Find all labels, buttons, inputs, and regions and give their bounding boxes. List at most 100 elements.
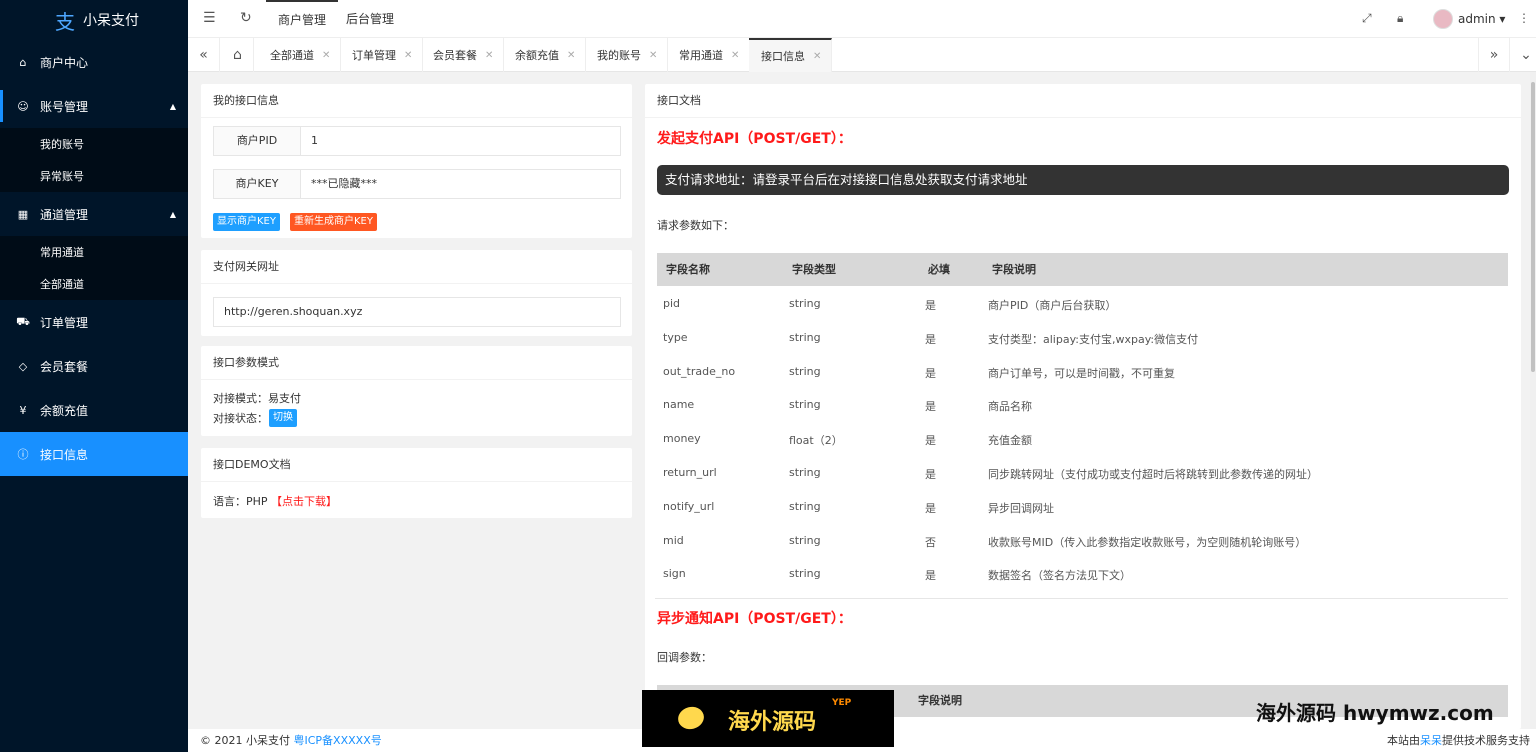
gateway-url-field[interactable]: http://geren.shoquan.xyz [213, 297, 621, 327]
caret-up-icon: ▲ [169, 209, 176, 219]
param-required: 是 [925, 400, 936, 414]
sidebar-item-abnormal-account[interactable]: 异常账号 [0, 160, 188, 192]
support-prefix: 本站由 [1387, 734, 1420, 747]
sidebar-item-label: 余额充值 [40, 403, 89, 418]
param-required: 是 [925, 501, 936, 515]
logo-mark: 支 [55, 9, 75, 34]
sidebar-item-label: 会员套餐 [40, 359, 89, 374]
tab-orders[interactable]: 订单管理 ✕ [340, 38, 424, 72]
copyright-text: © 2021 小呆支付 [200, 734, 290, 747]
mode-panel: 接口参数模式 对接模式：易支付 对接状态： 切换 [201, 346, 632, 436]
close-icon[interactable]: ✕ [813, 51, 821, 62]
panel-title: 接口文档 [645, 84, 1521, 118]
sidebar-item-common-channels[interactable]: 常用通道 [0, 236, 188, 268]
param-description: 异步回调网址 [988, 501, 1054, 515]
param-description: 商户订单号，可以是时间戳，不可重复 [988, 366, 1175, 380]
avatar[interactable] [1433, 9, 1453, 29]
tab-recharge[interactable]: 余额充值 ✕ [503, 38, 587, 72]
param-type: string [789, 567, 821, 581]
close-icon[interactable]: ✕ [731, 50, 739, 61]
username[interactable]: admin ▾ [1458, 12, 1505, 26]
home-tab-icon[interactable]: ⌂ [222, 38, 254, 72]
apps-icon: ▦ [17, 207, 29, 221]
top-header: ☰ ↻ 商户管理 后台管理 ⤢ 🔒︎ admin ▾ ⋮ [188, 0, 1536, 38]
support-suffix: 提供技术服务支持 [1442, 734, 1530, 747]
param-name: money [663, 432, 701, 446]
regenerate-key-button[interactable]: 重新生成商户KEY [290, 213, 377, 231]
sidebar-item-label: 账号管理 [40, 99, 89, 114]
refresh-icon[interactable]: ↻ [240, 10, 252, 26]
param-required: 是 [925, 434, 936, 448]
menu-admin[interactable]: 后台管理 [334, 0, 406, 38]
pay-api-title: 发起支付API（POST/GET）： [657, 131, 852, 147]
param-type: string [789, 364, 821, 378]
tabs-scroll-left-icon[interactable]: « [188, 38, 220, 72]
panel-title: 支付网关网址 [201, 250, 632, 284]
sidebar-item-orders[interactable]: ⛟ 订单管理 [0, 300, 188, 344]
fullscreen-icon[interactable]: ⤢ [1362, 11, 1372, 26]
sidebar-item-recharge[interactable]: ¥ 余额充值 [0, 388, 188, 432]
param-type: string [789, 398, 821, 412]
scrollbar-thumb[interactable] [1531, 82, 1535, 372]
sun-logo-icon [675, 704, 707, 732]
tabs-dropdown-icon[interactable]: ⌄ [1510, 38, 1536, 72]
request-url-note: 支付请求地址：请登录平台后在对接接口信息处获取支付请求地址 [657, 165, 1509, 195]
sidebar-item-account-management[interactable]: ☺ 账号管理 ▲ [0, 84, 188, 128]
app-logo[interactable]: 支 小呆支付 [0, 0, 188, 40]
close-icon[interactable]: ✕ [649, 50, 657, 61]
icp-link[interactable]: 粤ICP备XXXXX号 [294, 734, 382, 747]
sidebar-item-channel-management[interactable]: ▦ 通道管理 ▲ [0, 192, 188, 236]
param-name: return_url [663, 466, 717, 479]
collapse-menu-icon[interactable]: ☰ [203, 10, 216, 26]
close-icon[interactable]: ✕ [485, 50, 493, 61]
key-label: 商户KEY [213, 169, 301, 199]
close-icon[interactable]: ✕ [404, 50, 412, 61]
tab-all-channels[interactable]: 全部通道 ✕ [258, 38, 342, 72]
param-description: 数据签名（签名方法见下文） [988, 569, 1131, 583]
tab-label: 我的账号 [597, 49, 641, 62]
param-description: 充值金额 [988, 434, 1032, 448]
gateway-row: http://geren.shoquan.xyz [213, 297, 621, 327]
panel-title: 接口DEMO文档 [201, 448, 632, 482]
support-link[interactable]: 呆呆 [1420, 734, 1442, 747]
watermark-text: 海外源码 hwymwz.com [1256, 701, 1494, 725]
param-description: 商户PID（商户后台获取） [988, 299, 1117, 312]
panel-title: 接口参数模式 [201, 346, 632, 380]
mode-line: 对接模式：易支付 [213, 392, 301, 405]
col-field-type: 字段类型 [792, 263, 836, 276]
tab-membership[interactable]: 会员套餐 ✕ [421, 38, 505, 72]
tab-api-info[interactable]: 接口信息 ✕ [749, 38, 833, 72]
param-type: string [789, 466, 821, 479]
pid-label: 商户PID [213, 126, 301, 156]
sidebar-item-my-account[interactable]: 我的账号 [0, 128, 188, 160]
tab-my-account[interactable]: 我的账号 ✕ [585, 38, 669, 72]
tab-common-channels[interactable]: 常用通道 ✕ [667, 38, 751, 72]
param-description: 商品名称 [988, 400, 1032, 414]
sidebar-item-api-info[interactable]: ⓘ 接口信息 [0, 432, 188, 476]
demo-language: 语言：PHP [213, 495, 268, 508]
switch-button[interactable]: 切换 [269, 409, 297, 427]
param-type: string [789, 499, 821, 513]
key-field[interactable]: ***已隐藏*** [301, 169, 621, 199]
sidebar-item-all-channels[interactable]: 全部通道 [0, 268, 188, 300]
scrollbar[interactable] [1530, 72, 1536, 729]
param-required: 是 [925, 299, 936, 312]
menu-merchant[interactable]: 商户管理 [266, 0, 339, 38]
tabs-scroll-right-icon[interactable]: » [1478, 38, 1510, 72]
show-key-button[interactable]: 显示商户KEY [213, 213, 280, 231]
download-link[interactable]: 【点击下载】 [271, 493, 337, 509]
param-type: string [789, 533, 821, 547]
watermark-badge: 海外源码 YEP [642, 690, 894, 747]
close-icon[interactable]: ✕ [567, 50, 575, 61]
sidebar-item-label: 通道管理 [40, 207, 89, 222]
close-icon[interactable]: ✕ [322, 50, 330, 61]
more-vertical-icon[interactable]: ⋮ [1518, 11, 1530, 25]
param-name: name [663, 398, 695, 412]
pid-field[interactable]: 1 [301, 126, 621, 156]
param-required: 否 [925, 535, 936, 549]
param-type: string [789, 297, 821, 310]
lock-icon[interactable]: 🔒︎ [1397, 11, 1403, 26]
sidebar-item-merchant-center[interactable]: ⌂ 商户中心 [0, 40, 188, 84]
sidebar-item-membership[interactable]: ◇ 会员套餐 [0, 344, 188, 388]
page-tabs: « ⌂ 全部通道 ✕ 订单管理 ✕ 会员套餐 ✕ 余额充值 ✕ 我的账号 ✕ 常用通道 ✕ … [188, 38, 1536, 72]
